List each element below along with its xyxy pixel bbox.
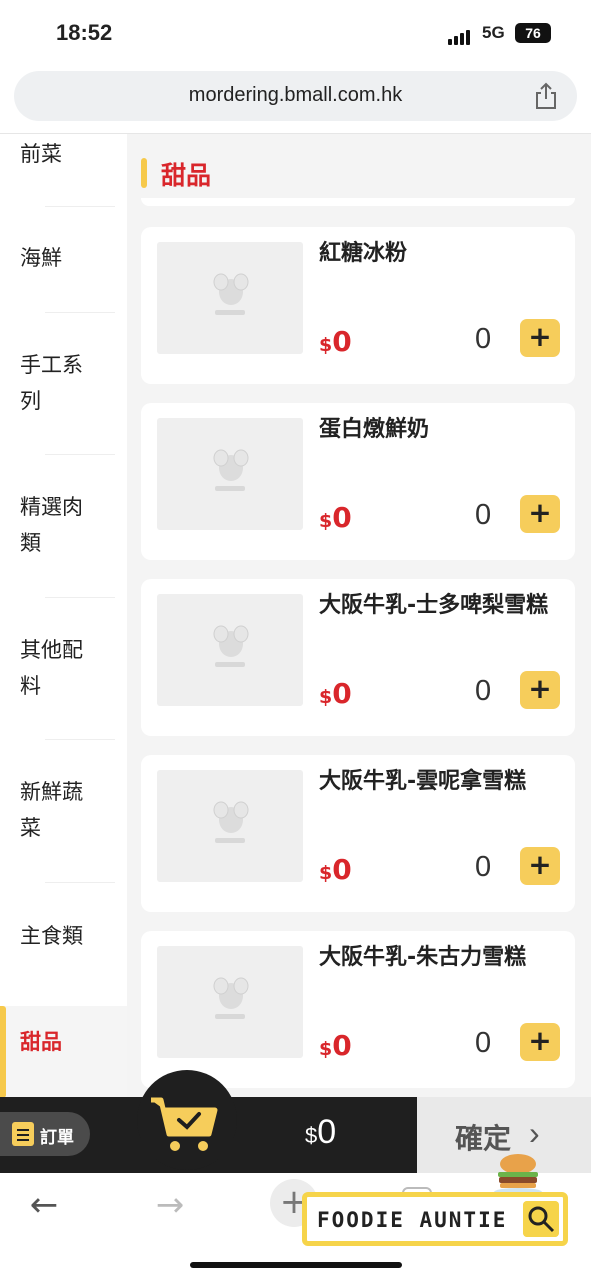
battery-icon: 76: [515, 23, 551, 43]
category-sidebar: 前菜 海鮮 手工系列 精選肉類 其他配料 新鮮蔬菜 主食類 甜品: [0, 134, 127, 1098]
product-name: 大阪牛乳-雲呢拿雪糕: [319, 769, 527, 794]
product-name: 紅糖冰粉: [319, 241, 408, 266]
sidebar-item-label: 其他配料: [20, 638, 83, 698]
product-image: [157, 242, 303, 354]
order-button[interactable]: 訂單: [0, 1112, 90, 1156]
home-indicator: [190, 1262, 402, 1268]
quantity-value: 0: [475, 323, 492, 355]
product-list: 甜品 紅糖冰粉 $0 0 + 蛋白燉鮮奶 $0 0 + 大阪牛乳-士多啤梨雪糕 …: [127, 134, 591, 1098]
placeholder-logo-icon: [213, 273, 249, 315]
product-image: [157, 946, 303, 1058]
sidebar-item-meat[interactable]: 精選肉類: [0, 455, 127, 598]
sidebar-item-label: 手工系列: [20, 353, 83, 413]
product-name: 大阪牛乳-士多啤梨雪糕: [319, 593, 549, 618]
product-image: [157, 770, 303, 882]
add-button[interactable]: +: [520, 1023, 560, 1061]
placeholder-logo-icon: [213, 977, 249, 1019]
sidebar-item-appetizer[interactable]: 前菜: [0, 134, 127, 207]
sidebar-item-label: 主食類: [20, 924, 83, 948]
network-label: 5G: [482, 23, 505, 42]
sidebar-item-dessert[interactable]: 甜品: [0, 1006, 127, 1098]
product-card[interactable]: 大阪牛乳-朱古力雪糕 $0 0 +: [141, 931, 575, 1088]
status-bar: 18:52 5G 76: [0, 0, 591, 66]
sidebar-item-label: 精選肉類: [20, 495, 83, 555]
sidebar-item-label: 海鮮: [20, 246, 62, 270]
product-price: $0: [319, 325, 352, 358]
product-price: $0: [319, 853, 352, 886]
placeholder-logo-icon: [213, 801, 249, 843]
sidebar-item-label: 新鮮蔬菜: [20, 780, 83, 840]
forward-button[interactable]: →: [148, 1185, 192, 1225]
add-button[interactable]: +: [520, 495, 560, 533]
cart-icon: [151, 1097, 218, 1151]
add-button[interactable]: +: [520, 671, 560, 709]
sidebar-item-vegetables[interactable]: 新鮮蔬菜: [0, 740, 127, 883]
quantity-value: 0: [475, 1027, 492, 1059]
sidebar-item-label: 前菜: [20, 142, 62, 166]
active-indicator: [0, 1006, 6, 1098]
signal-icon: [448, 26, 472, 45]
sidebar-item-other-toppings[interactable]: 其他配料: [0, 598, 127, 740]
product-name: 蛋白燉鮮奶: [319, 417, 430, 442]
product-image: [157, 594, 303, 706]
product-card[interactable]: 大阪牛乳-雲呢拿雪糕 $0 0 +: [141, 755, 575, 912]
status-time: 18:52: [56, 20, 113, 45]
product-image: [157, 418, 303, 530]
back-button[interactable]: ←: [22, 1185, 66, 1225]
cart-total: $0: [305, 1113, 337, 1151]
url-text: mordering.bmall.com.hk: [188, 84, 403, 106]
cart-button[interactable]: [137, 1070, 237, 1170]
category-accent-bar: [141, 158, 147, 188]
product-price: $0: [319, 501, 352, 534]
sidebar-item-seafood[interactable]: 海鮮: [0, 206, 127, 313]
product-card[interactable]: 紅糖冰粉 $0 0 +: [141, 227, 575, 384]
placeholder-logo-icon: [213, 625, 249, 667]
order-label: 訂單: [40, 1128, 74, 1148]
share-icon[interactable]: [533, 82, 559, 110]
quantity-value: 0: [475, 499, 492, 531]
sidebar-item-handmade[interactable]: 手工系列: [0, 313, 127, 455]
product-card[interactable]: 蛋白燉鮮奶 $0 0 +: [141, 403, 575, 560]
quantity-value: 0: [475, 675, 492, 707]
placeholder-logo-icon: [213, 449, 249, 491]
address-bar[interactable]: mordering.bmall.com.hk: [14, 71, 577, 121]
watermark-text: FOODIE AUNTIE: [317, 1208, 508, 1232]
category-title: 甜品: [161, 161, 212, 190]
watermark-logo: FOODIE AUNTIE: [302, 1192, 568, 1246]
add-button[interactable]: +: [520, 847, 560, 885]
product-name: 大阪牛乳-朱古力雪糕: [319, 945, 527, 970]
add-button[interactable]: +: [520, 319, 560, 357]
quantity-value: 0: [475, 851, 492, 883]
chevron-right-icon: ›: [529, 1115, 540, 1151]
order-list-icon: [12, 1122, 34, 1146]
search-icon: [523, 1201, 559, 1237]
product-card[interactable]: 大阪牛乳-士多啤梨雪糕 $0 0 +: [141, 579, 575, 736]
previous-card-edge: [141, 198, 575, 206]
sidebar-item-label: 甜品: [20, 1030, 62, 1054]
product-price: $0: [319, 1029, 352, 1062]
product-price: $0: [319, 677, 352, 710]
sidebar-item-staples[interactable]: 主食類: [0, 883, 127, 990]
burger-icon: [494, 1154, 542, 1196]
